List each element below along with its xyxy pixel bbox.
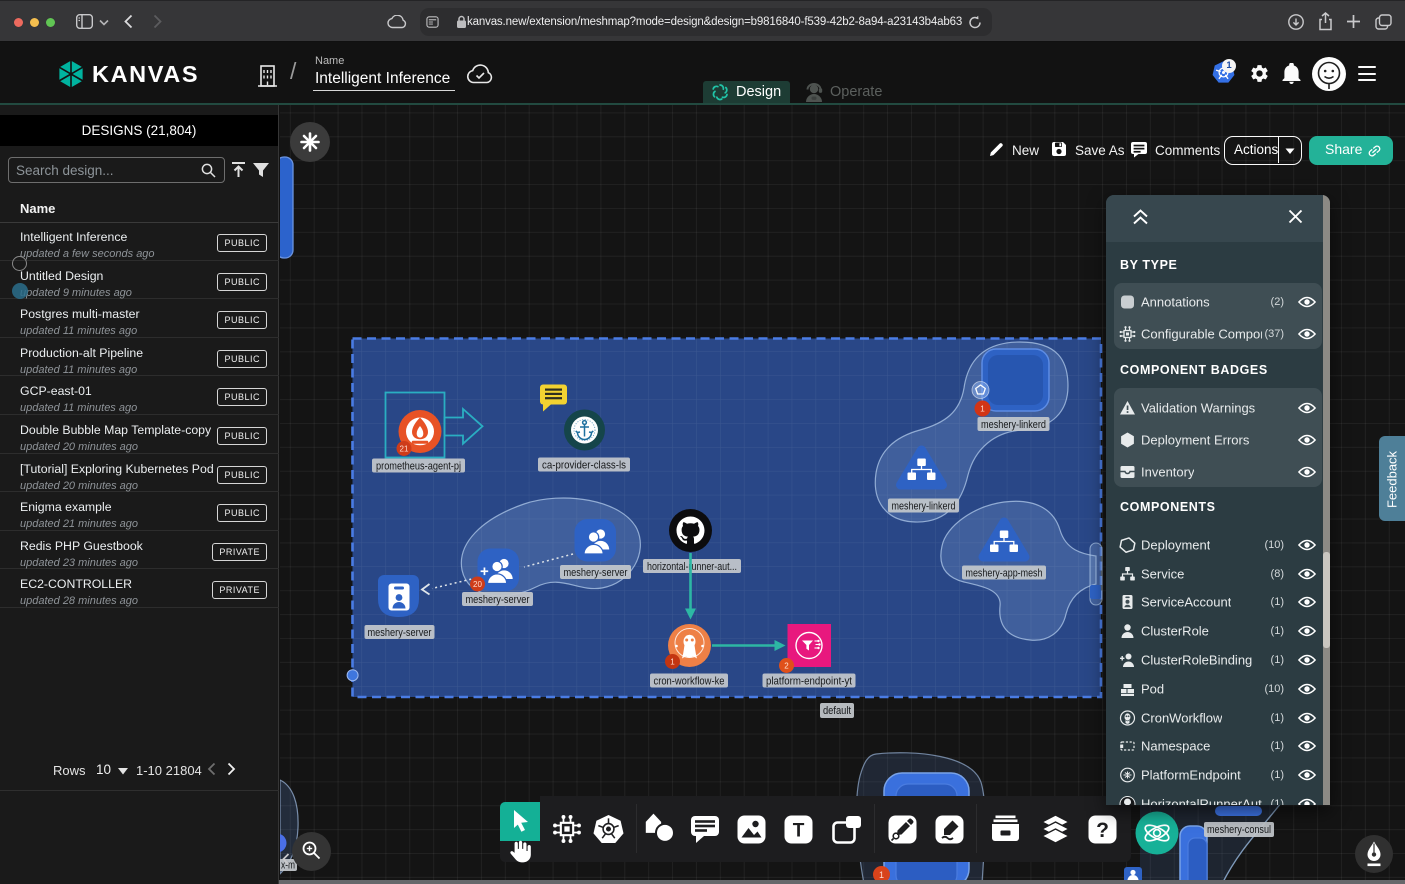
svg-text:?: ? bbox=[1096, 819, 1109, 842]
svg-text:horizontal-runner-aut...: horizontal-runner-aut... bbox=[647, 561, 737, 573]
svg-text:default: default bbox=[823, 705, 851, 717]
svg-text:platform-endpoint-yt: platform-endpoint-yt bbox=[766, 675, 852, 687]
svg-text:meshery-linkerd: meshery-linkerd bbox=[892, 500, 956, 512]
svg-text:cron-workflow-ke: cron-workflow-ke bbox=[654, 675, 725, 687]
svg-text:1: 1 bbox=[670, 658, 675, 667]
svg-text:meshery-app-mesh: meshery-app-mesh bbox=[966, 567, 1043, 579]
svg-text:meshery-server: meshery-server bbox=[368, 627, 432, 639]
svg-text:meshery-server: meshery-server bbox=[466, 594, 530, 606]
svg-text:ca-provider-class-ls: ca-provider-class-ls bbox=[542, 459, 626, 471]
svg-text:T: T bbox=[793, 821, 805, 842]
svg-text:prometheus-agent-pj: prometheus-agent-pj bbox=[376, 460, 461, 472]
svg-text:meshery-consul: meshery-consul bbox=[1207, 824, 1271, 836]
svg-text:20: 20 bbox=[473, 580, 482, 589]
svg-text:1: 1 bbox=[879, 870, 884, 880]
svg-text:1: 1 bbox=[980, 404, 985, 414]
svg-text:meshery-server: meshery-server bbox=[564, 567, 628, 579]
svg-text:2: 2 bbox=[784, 662, 789, 671]
svg-text:meshery-linkerd: meshery-linkerd bbox=[981, 419, 1046, 431]
svg-text:21: 21 bbox=[400, 445, 409, 454]
